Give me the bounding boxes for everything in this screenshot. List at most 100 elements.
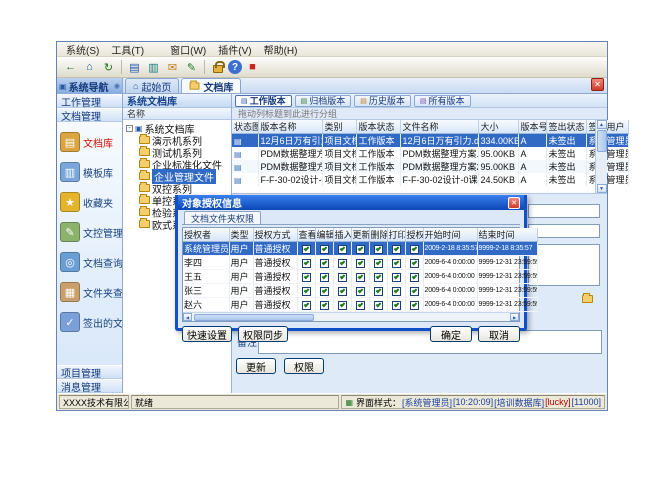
col-checkout-state[interactable]: 签出状态 bbox=[546, 120, 586, 134]
perm-checkbox-insert[interactable] bbox=[333, 270, 351, 284]
tree-column-header[interactable]: 名称 bbox=[123, 108, 231, 120]
col-file-name[interactable]: 文件名称 bbox=[400, 120, 478, 134]
table-row[interactable]: ▤ PDM数据整理方案 项目文档 工作版本 PDM数据整理方案2.doc 95.… bbox=[232, 160, 628, 173]
perm-checkbox-print[interactable] bbox=[387, 270, 405, 284]
perm-checkbox-update[interactable] bbox=[351, 256, 369, 270]
col-update[interactable]: 更新 bbox=[351, 228, 369, 242]
nav-group-work[interactable]: 工作管理 bbox=[57, 94, 122, 108]
sidebar-item-doc-control[interactable]: ✎ 文控管理 bbox=[57, 217, 122, 247]
perm-row[interactable]: 王五 用户 普通授权 bbox=[183, 270, 537, 284]
col-version-no[interactable]: 版本号 bbox=[518, 120, 546, 134]
close-tab-icon[interactable]: ✕ bbox=[591, 78, 604, 91]
perm-checkbox-insert[interactable] bbox=[333, 298, 351, 312]
tab-folder-permissions[interactable]: 文档文件夹权限 bbox=[184, 211, 261, 224]
quick-setup-button[interactable]: 快速设置 bbox=[182, 326, 232, 342]
sidebar-item-checked-out-docs[interactable]: ✓ 签出的文档 bbox=[57, 307, 122, 337]
perm-checkbox-print[interactable] bbox=[387, 298, 405, 312]
perm-checkbox-edit[interactable] bbox=[315, 242, 333, 256]
edit-icon[interactable]: ✎ bbox=[183, 59, 200, 76]
perm-checkbox-delete[interactable] bbox=[369, 298, 387, 312]
col-version-state[interactable]: 版本状态 bbox=[356, 120, 400, 134]
expand-icon[interactable]: - bbox=[126, 125, 133, 132]
col-version-name[interactable]: 版本名称 bbox=[258, 120, 322, 134]
sidebar-item-template-library[interactable]: ▥ 模板库 bbox=[57, 157, 122, 187]
tab-doc-library[interactable]: 文档库 bbox=[181, 78, 241, 93]
perm-checkbox-view[interactable] bbox=[297, 242, 315, 256]
copy-icon[interactable]: ▥ bbox=[145, 59, 162, 76]
dialog-close-icon[interactable]: ✕ bbox=[508, 197, 520, 209]
perm-checkbox-delete[interactable] bbox=[369, 270, 387, 284]
dialog-h-scrollbar[interactable]: ◀ ▶ bbox=[183, 312, 519, 321]
perm-checkbox-update[interactable] bbox=[351, 284, 369, 298]
dialog-titlebar[interactable]: 对象授权信息 ✕ bbox=[178, 195, 524, 210]
perm-checkbox-update[interactable] bbox=[351, 242, 369, 256]
perm-checkbox-delete[interactable] bbox=[369, 242, 387, 256]
nav-group-project[interactable]: 项目管理 bbox=[57, 365, 122, 379]
scroll-left-icon[interactable]: ◀ bbox=[183, 313, 192, 321]
perm-checkbox-edit[interactable] bbox=[315, 298, 333, 312]
perm-checkbox-view[interactable] bbox=[297, 256, 315, 270]
scroll-thumb[interactable] bbox=[597, 130, 607, 152]
new-doc-icon[interactable]: ▤ bbox=[126, 59, 143, 76]
col-start-time[interactable]: 开始时间 bbox=[423, 228, 477, 242]
perm-checkbox-grant[interactable] bbox=[405, 256, 423, 270]
nav-group-docs[interactable]: 文档管理 bbox=[57, 108, 122, 122]
scroll-right-icon[interactable]: ▶ bbox=[510, 313, 519, 321]
perm-row[interactable]: 系统管理员 用户 普通授权 bbox=[183, 242, 537, 256]
perm-sync-button[interactable]: 权限同步 bbox=[238, 326, 288, 342]
col-view[interactable]: 查看 bbox=[297, 228, 315, 242]
nav-group-message[interactable]: 消息管理 bbox=[57, 379, 122, 393]
col-checkout-user[interactable]: 签出用户 bbox=[586, 120, 628, 134]
perm-checkbox-view[interactable] bbox=[297, 270, 315, 284]
perm-row[interactable]: 张三 用户 普通授权 bbox=[183, 284, 537, 298]
col-print[interactable]: 打印 bbox=[387, 228, 405, 242]
perm-checkbox-update[interactable] bbox=[351, 298, 369, 312]
scroll-up-icon[interactable]: ▲ bbox=[597, 120, 607, 129]
col-type[interactable]: 类型 bbox=[229, 228, 253, 242]
home-icon[interactable]: ⌂ bbox=[81, 59, 98, 76]
col-delete[interactable]: 删除 bbox=[369, 228, 387, 242]
perm-checkbox-insert[interactable] bbox=[333, 284, 351, 298]
perm-checkbox-grant[interactable] bbox=[405, 298, 423, 312]
perm-checkbox-insert[interactable] bbox=[333, 256, 351, 270]
perm-checkbox-edit[interactable] bbox=[315, 270, 333, 284]
perm-checkbox-print[interactable] bbox=[387, 256, 405, 270]
cancel-button[interactable]: 取消 bbox=[478, 326, 520, 342]
table-row[interactable]: ▤ 12月6日万有引力 项目文档 工作版本 12月6日万有引力.doc 334.… bbox=[232, 134, 628, 148]
menu-system[interactable]: 系统(S) bbox=[60, 42, 105, 57]
perm-checkbox-grant[interactable] bbox=[405, 270, 423, 284]
stop-icon[interactable]: ■ bbox=[244, 59, 261, 76]
perm-row[interactable]: 李四 用户 普通授权 bbox=[183, 256, 537, 270]
perm-checkbox-print[interactable] bbox=[387, 284, 405, 298]
perm-checkbox-grant[interactable] bbox=[405, 284, 423, 298]
refresh-icon[interactable]: ↻ bbox=[100, 59, 117, 76]
col-insert[interactable]: 插入 bbox=[333, 228, 351, 242]
col-grantee[interactable]: 授权者 bbox=[183, 228, 229, 242]
sidebar-item-favorites[interactable]: ★ 收藏夹 bbox=[57, 187, 122, 217]
perm-checkbox-delete[interactable] bbox=[369, 256, 387, 270]
detail-box[interactable] bbox=[528, 244, 600, 286]
detail-input-1[interactable] bbox=[528, 204, 600, 218]
browse-folder-icon[interactable] bbox=[582, 294, 593, 306]
menu-help[interactable]: 帮助(H) bbox=[258, 42, 304, 57]
menu-plugin[interactable]: 插件(V) bbox=[212, 42, 257, 57]
detail-input-2[interactable] bbox=[528, 224, 600, 238]
perm-checkbox-delete[interactable] bbox=[369, 284, 387, 298]
perm-checkbox-view[interactable] bbox=[297, 284, 315, 298]
col-category[interactable]: 类别 bbox=[322, 120, 356, 134]
tab-working-version[interactable]: ▤工作版本 bbox=[235, 95, 292, 107]
tab-all-version[interactable]: ▤所有版本 bbox=[414, 95, 471, 107]
pin-icon[interactable]: ◉ bbox=[114, 82, 120, 90]
tab-history-version[interactable]: ▤历史版本 bbox=[354, 95, 411, 107]
col-grant[interactable]: 授权 bbox=[405, 228, 423, 242]
menu-window[interactable]: 窗口(W) bbox=[164, 42, 212, 57]
col-end-time[interactable]: 结束时间 bbox=[477, 228, 537, 242]
help-icon[interactable]: ? bbox=[228, 60, 242, 74]
tab-start-page[interactable]: ⌂ 起始页 bbox=[125, 78, 179, 93]
sidebar-item-doc-search[interactable]: ◎ 文档查询 bbox=[57, 247, 122, 277]
col-auth-mode[interactable]: 授权方式 bbox=[253, 228, 297, 242]
mail-icon[interactable]: ✉ bbox=[164, 59, 181, 76]
ok-button[interactable]: 确定 bbox=[430, 326, 472, 342]
lock-icon[interactable] bbox=[209, 59, 226, 76]
scroll-thumb[interactable] bbox=[194, 314, 314, 321]
